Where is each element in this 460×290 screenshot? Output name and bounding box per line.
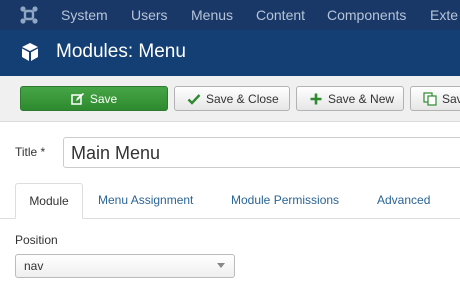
- save-as-copy-label: Sav: [442, 91, 460, 106]
- save-and-new-button[interactable]: Save & New: [296, 86, 404, 111]
- save-as-copy-button[interactable]: Sav: [410, 86, 460, 111]
- title-label: Title *: [15, 145, 46, 159]
- caret-down-icon: [217, 263, 225, 268]
- position-select[interactable]: nav: [15, 254, 235, 278]
- title-input[interactable]: Main Menu: [63, 137, 460, 168]
- page-title: Modules: Menu: [56, 41, 186, 62]
- nav-item-menus[interactable]: Menus: [191, 7, 233, 23]
- checkmark-icon: [187, 93, 201, 105]
- nav-item-extensions[interactable]: Exte: [430, 7, 458, 23]
- nav-item-content[interactable]: Content: [256, 7, 305, 23]
- nav-item-components[interactable]: Components: [327, 7, 406, 23]
- save-and-close-button[interactable]: Save & Close: [174, 86, 290, 111]
- tab-module-permissions[interactable]: Module Permissions: [231, 193, 339, 207]
- nav-item-users[interactable]: Users: [131, 7, 168, 23]
- cube-icon: [22, 43, 38, 61]
- edit-icon: [71, 92, 84, 105]
- nav-item-system[interactable]: System: [61, 7, 108, 23]
- tab-module[interactable]: Module: [15, 183, 83, 219]
- copy-icon: [423, 91, 437, 106]
- save-and-new-label: Save & New: [328, 91, 395, 106]
- save-button[interactable]: Save: [20, 86, 168, 111]
- joomla-logo-icon[interactable]: [19, 5, 39, 25]
- save-label: Save: [89, 91, 118, 106]
- tab-menu-assignment[interactable]: Menu Assignment: [98, 193, 193, 207]
- position-label: Position: [15, 233, 58, 247]
- tab-advanced[interactable]: Advanced: [377, 193, 430, 207]
- save-and-close-label: Save & Close: [206, 91, 279, 106]
- plus-icon: [310, 93, 322, 104]
